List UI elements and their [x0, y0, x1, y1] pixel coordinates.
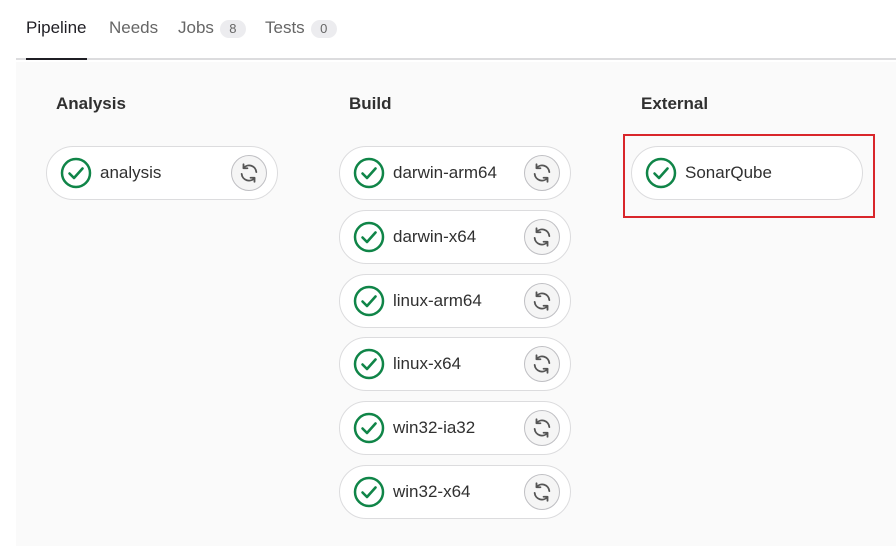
check-circle-icon	[353, 412, 385, 444]
job-name: win32-ia32	[393, 418, 476, 437]
check-circle-icon	[353, 285, 385, 317]
stage-title-analysis: Analysis	[56, 94, 126, 113]
stage-title-build: Build	[349, 94, 392, 113]
tab-jobs[interactable]: Jobs 8	[178, 18, 246, 58]
check-circle-icon	[60, 157, 92, 189]
job-darwin-x64[interactable]: darwin-x64	[339, 210, 571, 264]
tab-label: Jobs	[178, 18, 214, 37]
jobs-count-badge: 8	[219, 20, 246, 38]
tests-count-badge: 0	[310, 20, 337, 38]
job-analysis[interactable]: analysis	[46, 146, 278, 200]
tab-needs[interactable]: Needs	[109, 18, 158, 58]
retry-icon[interactable]	[524, 219, 560, 255]
job-linux-arm64[interactable]: linux-arm64	[339, 274, 571, 328]
tab-pipeline[interactable]: Pipeline	[26, 18, 87, 60]
job-name: darwin-arm64	[393, 163, 497, 182]
check-circle-icon	[353, 221, 385, 253]
job-linux-x64[interactable]: linux-x64	[339, 337, 571, 391]
check-circle-icon	[353, 476, 385, 508]
check-circle-icon	[353, 348, 385, 380]
retry-icon[interactable]	[524, 283, 560, 319]
job-name: analysis	[100, 163, 162, 182]
check-circle-icon	[353, 157, 385, 189]
job-win32-ia32[interactable]: win32-ia32	[339, 401, 571, 455]
job-win32-x64[interactable]: win32-x64	[339, 465, 571, 519]
job-name: win32-x64	[393, 482, 471, 501]
tab-label: Tests	[265, 18, 305, 37]
retry-icon[interactable]	[524, 155, 560, 191]
retry-icon[interactable]	[524, 474, 560, 510]
job-darwin-arm64[interactable]: darwin-arm64	[339, 146, 571, 200]
tab-label: Pipeline	[26, 18, 87, 37]
retry-icon[interactable]	[231, 155, 267, 191]
pipeline-tabs: Pipeline Needs Jobs 8 Tests 0	[16, 0, 896, 60]
job-name: linux-x64	[393, 354, 462, 373]
tab-label: Needs	[109, 18, 159, 37]
sonarqube-highlight-box	[623, 134, 875, 218]
retry-icon[interactable]	[524, 410, 560, 446]
job-name: darwin-x64	[393, 227, 477, 246]
stage-title-external: External	[641, 94, 709, 113]
tab-tests[interactable]: Tests 0	[265, 18, 337, 58]
job-name: linux-arm64	[393, 291, 482, 310]
retry-icon[interactable]	[524, 346, 560, 382]
